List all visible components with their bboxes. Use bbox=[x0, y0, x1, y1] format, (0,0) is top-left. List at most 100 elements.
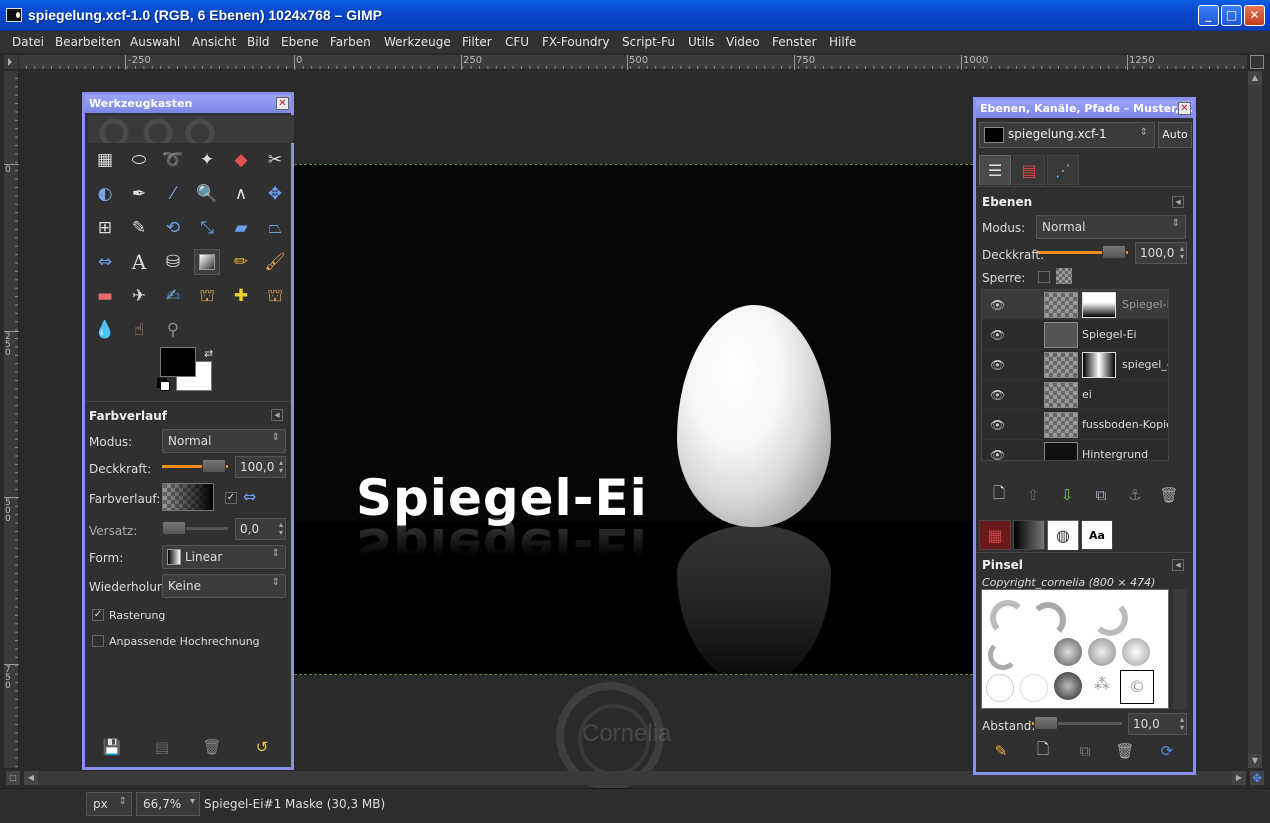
color-picker-icon[interactable]: ⁄ bbox=[160, 181, 186, 207]
image-canvas[interactable]: Spiegel-Ei Spiegel-Ei bbox=[294, 164, 973, 675]
ink-icon[interactable]: ✍ bbox=[160, 283, 186, 309]
duplicate-brush-icon[interactable]: ⧉ bbox=[1074, 740, 1096, 762]
scissors-icon[interactable]: ✂ bbox=[262, 147, 288, 173]
tab-paths[interactable]: ⋰ bbox=[1047, 155, 1079, 185]
layer-opacity-input[interactable]: 100,0 ▴ ▾ bbox=[1135, 242, 1187, 264]
zoom-icon[interactable]: 🔍 bbox=[194, 181, 220, 207]
airbrush-icon[interactable]: ✈ bbox=[126, 283, 152, 309]
dither-checkbox[interactable]: ✓ bbox=[92, 609, 104, 621]
lower-layer-icon[interactable]: ⇩ bbox=[1056, 484, 1078, 506]
new-brush-icon[interactable]: 🗋 bbox=[1032, 740, 1054, 762]
duplicate-layer-icon[interactable]: ⧉ bbox=[1090, 484, 1112, 506]
lock-pixels-checkbox[interactable] bbox=[1038, 271, 1050, 283]
ellipse-select-icon[interactable]: ⬭ bbox=[126, 147, 152, 173]
pencil-icon[interactable]: ✏ bbox=[228, 249, 254, 275]
gradient-preview[interactable] bbox=[162, 483, 214, 511]
brush-item[interactable] bbox=[1122, 638, 1150, 666]
tab-channels[interactable]: ▤ bbox=[1013, 155, 1045, 185]
menu-filter[interactable]: Filter bbox=[462, 35, 492, 49]
delete-brush-icon[interactable]: 🗑 bbox=[1114, 740, 1136, 762]
new-layer-icon[interactable]: 🗋 bbox=[988, 484, 1010, 506]
heal-icon[interactable]: ✚ bbox=[228, 283, 254, 309]
layer-row[interactable]: 👁 fussboden-Kopie bbox=[982, 410, 1168, 440]
brush-item[interactable] bbox=[1030, 602, 1066, 638]
slider-knob[interactable] bbox=[1034, 716, 1058, 730]
scroll-up-icon[interactable]: ▲ bbox=[1248, 71, 1262, 85]
move-icon[interactable]: ✥ bbox=[262, 181, 288, 207]
eye-icon[interactable]: 👁 bbox=[990, 358, 1005, 372]
navigation-icon[interactable]: ✥ bbox=[1250, 771, 1264, 785]
shear-icon[interactable]: ▰ bbox=[228, 215, 254, 241]
fuzzy-select-icon[interactable]: ✦ bbox=[194, 147, 220, 173]
quick-mask-icon[interactable]: □ bbox=[6, 771, 20, 785]
crop-icon[interactable]: ✎ bbox=[126, 215, 152, 241]
blur-icon[interactable]: 💧 bbox=[92, 317, 118, 343]
anchor-layer-icon[interactable]: ⚓ bbox=[1124, 484, 1146, 506]
layer-mask-thumbnail[interactable] bbox=[1082, 352, 1116, 378]
layer-row[interactable]: 👁 Spiegel-Ei bbox=[982, 320, 1168, 350]
flip-icon[interactable]: ⇔ bbox=[92, 249, 118, 275]
spacing-input[interactable]: 10,0 ▴ ▾ bbox=[1128, 713, 1187, 735]
edit-brush-icon[interactable]: ✎ bbox=[990, 740, 1012, 762]
foreground-select-icon[interactable]: ◐ bbox=[92, 181, 118, 207]
slider-knob[interactable] bbox=[162, 521, 186, 535]
menu-bearbeiten[interactable]: Bearbeiten bbox=[55, 35, 121, 49]
menu-datei[interactable]: Datei bbox=[12, 35, 44, 49]
eye-icon[interactable]: 👁 bbox=[990, 388, 1005, 402]
eye-icon[interactable]: 👁 bbox=[990, 418, 1005, 432]
tab-menu-icon[interactable]: ◀ bbox=[271, 409, 283, 421]
foreground-color[interactable] bbox=[160, 347, 196, 377]
eraser-icon[interactable]: ▬ bbox=[92, 283, 118, 309]
color-select-icon[interactable]: ◆ bbox=[228, 147, 254, 173]
mode-select[interactable]: Normal ⇕ bbox=[162, 429, 286, 453]
eye-icon[interactable]: 👁 bbox=[990, 448, 1005, 460]
offset-input[interactable]: 0,0 ▴ ▾ bbox=[235, 518, 286, 540]
perspective-clone-icon[interactable]: ⛫ bbox=[262, 283, 288, 309]
brush-item[interactable]: ⁂ bbox=[1088, 674, 1116, 702]
bucket-fill-icon[interactable]: ⛁ bbox=[160, 249, 186, 275]
auto-button[interactable]: Auto bbox=[1158, 122, 1192, 148]
shape-select[interactable]: Linear ⇕ bbox=[162, 545, 286, 569]
layer-mask-thumbnail[interactable] bbox=[1082, 292, 1116, 318]
rect-select-icon[interactable]: ▦ bbox=[92, 147, 118, 173]
menu-utils[interactable]: Utils bbox=[688, 35, 714, 49]
tab-brushes[interactable]: ◍ bbox=[1047, 520, 1079, 550]
opacity-input[interactable]: 100,0 ▴ ▾ bbox=[235, 456, 286, 478]
clone-icon[interactable]: ⛫ bbox=[194, 283, 220, 309]
smudge-icon[interactable]: ☝ bbox=[126, 317, 152, 343]
menu-cfu[interactable]: CFU bbox=[505, 35, 529, 49]
layers-dock-close-button[interactable]: ✕ bbox=[1178, 102, 1191, 115]
tab-layers[interactable]: ☰ bbox=[979, 155, 1011, 185]
menu-video[interactable]: Video bbox=[726, 35, 760, 49]
brush-item[interactable] bbox=[1088, 638, 1116, 666]
reverse-gradient-checkbox[interactable]: ✓ bbox=[225, 492, 237, 504]
raise-layer-icon[interactable]: ⇧ bbox=[1022, 484, 1044, 506]
menu-hilfe[interactable]: Hilfe bbox=[829, 35, 856, 49]
brush-item[interactable] bbox=[1092, 600, 1128, 636]
menu-ebene[interactable]: Ebene bbox=[281, 35, 319, 49]
save-options-icon[interactable]: 💾 bbox=[101, 736, 123, 758]
brush-scrollbar[interactable] bbox=[1173, 589, 1187, 709]
brush-item[interactable] bbox=[1020, 674, 1048, 702]
image-select[interactable]: spiegelung.xcf-1 ⇕ bbox=[979, 122, 1155, 148]
measure-icon[interactable]: ∧ bbox=[228, 181, 254, 207]
menu-farben[interactable]: Farben bbox=[330, 35, 371, 49]
paintbrush-icon[interactable]: 🖌 bbox=[262, 249, 288, 275]
blend-icon[interactable] bbox=[194, 249, 220, 275]
zoom-select[interactable]: 66,7% ▾ bbox=[136, 792, 200, 816]
text-icon[interactable]: A bbox=[126, 249, 152, 275]
tab-fonts[interactable]: Aa bbox=[1081, 520, 1113, 550]
tab-menu-icon[interactable]: ◀ bbox=[1172, 559, 1184, 571]
vertical-scrollbar[interactable]: ▲ ▼ bbox=[1248, 71, 1262, 768]
spacing-slider[interactable] bbox=[1032, 714, 1122, 732]
menu-ansicht[interactable]: Ansicht bbox=[192, 35, 236, 49]
refresh-brushes-icon[interactable]: ⟳ bbox=[1156, 740, 1178, 762]
menu-fenster[interactable]: Fenster bbox=[772, 35, 817, 49]
eye-icon[interactable]: 👁 bbox=[990, 298, 1005, 312]
layer-mode-select[interactable]: Normal ⇕ bbox=[1036, 215, 1186, 239]
scroll-right-icon[interactable]: ▶ bbox=[1232, 771, 1246, 785]
repeat-select[interactable]: Keine ⇕ bbox=[162, 574, 286, 598]
brush-grid[interactable]: ⁂ © bbox=[981, 589, 1169, 709]
layer-row[interactable]: 👁 ei bbox=[982, 380, 1168, 410]
close-button[interactable]: ✕ bbox=[1244, 5, 1265, 26]
